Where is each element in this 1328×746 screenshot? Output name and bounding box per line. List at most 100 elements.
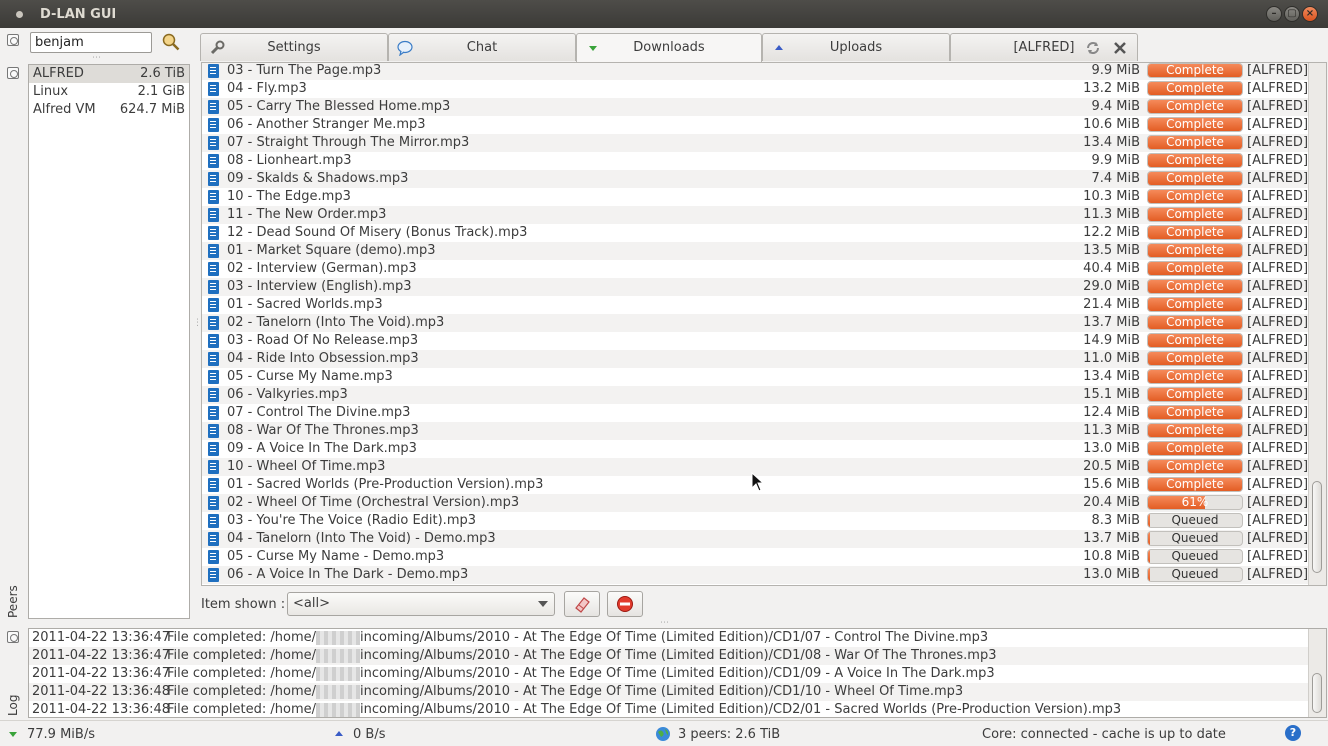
download-file-size: 13.2 MiB <box>1083 81 1140 96</box>
download-row[interactable]: 03 - Road Of No Release.mp3 14.9 MiB Compl… <box>202 332 1308 350</box>
remove-download-button[interactable] <box>607 591 643 617</box>
splitter-handle[interactable]: ⋯ <box>660 618 669 628</box>
download-row[interactable]: 03 - Interview (English).mp3 29.0 MiB Comp… <box>202 278 1308 296</box>
download-progress: Complete <box>1147 225 1243 240</box>
download-row[interactable]: 01 - Sacred Worlds.mp3 21.4 MiB Complete [A… <box>202 296 1308 314</box>
file-icon <box>208 370 219 384</box>
download-row[interactable]: 06 - Another Stranger Me.mp3 10.6 MiB Comp… <box>202 116 1308 134</box>
download-file-size: 9.9 MiB <box>1091 63 1140 78</box>
wrench-icon <box>210 40 225 55</box>
downloads-list: 03 - Turn The Page.mp3 9.9 MiB Complete [AL… <box>201 62 1327 586</box>
minimize-button[interactable]: – <box>1266 6 1282 22</box>
download-peer: [ALFRED] <box>1247 459 1309 474</box>
tab-label: [ALFRED] <box>1013 40 1075 55</box>
download-progress: Complete <box>1147 459 1243 474</box>
peer-name: Linux <box>33 84 69 99</box>
scrollbar-thumb[interactable] <box>1312 673 1322 713</box>
downloads-scrollbar[interactable] <box>1308 63 1326 585</box>
download-row[interactable]: 11 - The New Order.mp3 11.3 MiB Complete [A… <box>202 206 1308 224</box>
download-file-name: 10 - The Edge.mp3 <box>227 189 351 204</box>
download-row[interactable]: 09 - A Voice In The Dark.mp3 13.0 MiB Comp… <box>202 440 1308 458</box>
tab-browse-alfred[interactable]: [ALFRED] <box>950 33 1138 61</box>
download-row[interactable]: 07 - Straight Through The Mirror.mp3 13.4… <box>202 134 1308 152</box>
file-icon <box>208 532 219 546</box>
peer-item[interactable]: ALFRED 2.6 TiB <box>29 65 189 83</box>
log-time: 2011-04-22 13:36:48 <box>32 684 171 699</box>
download-progress: Complete <box>1147 441 1243 456</box>
item-shown-select[interactable]: <all> <box>287 592 555 616</box>
speech-bubble-icon <box>397 40 413 56</box>
file-icon <box>208 82 219 96</box>
download-row[interactable]: 04 - Fly.mp3 13.2 MiB Complete [ALFRED] <box>202 80 1308 98</box>
log-time: 2011-04-22 13:36:47 <box>32 630 171 645</box>
download-row[interactable]: 08 - War Of The Thrones.mp3 11.3 MiB Compl… <box>202 422 1308 440</box>
dock-float-icon[interactable] <box>7 67 19 79</box>
download-row[interactable]: 08 - Lionheart.mp3 9.9 MiB Complete [ALFRED… <box>202 152 1308 170</box>
download-peer: [ALFRED] <box>1247 135 1309 150</box>
download-row[interactable]: 12 - Dead Sound Of Misery (Bonus Track).… <box>202 224 1308 242</box>
file-icon <box>208 550 219 564</box>
downloads-rows: 03 - Turn The Page.mp3 9.9 MiB Complete [AL… <box>202 63 1309 584</box>
download-peer: [ALFRED] <box>1247 189 1309 204</box>
download-row[interactable]: 05 - Curse My Name - Demo.mp3 10.8 MiB Que… <box>202 548 1308 566</box>
close-button[interactable]: × <box>1302 6 1318 22</box>
download-progress: Queued <box>1147 531 1243 546</box>
dock-float-icon[interactable] <box>7 631 19 643</box>
download-file-size: 13.4 MiB <box>1083 135 1140 150</box>
tab-uploads[interactable]: Uploads <box>762 33 950 61</box>
file-icon <box>208 136 219 150</box>
download-row[interactable]: 04 - Ride Into Obsession.mp3 11.0 MiB Comp… <box>202 350 1308 368</box>
maximize-button[interactable]: ▢ <box>1284 6 1300 22</box>
download-row[interactable]: 03 - You're The Voice (Radio Edit).mp3 8.… <box>202 512 1308 530</box>
download-file-size: 29.0 MiB <box>1083 279 1140 294</box>
search-input[interactable] <box>30 32 152 53</box>
peer-item[interactable]: Linux 2.1 GiB <box>29 83 189 101</box>
download-status: Complete <box>1166 333 1224 347</box>
download-status: Queued <box>1171 513 1219 527</box>
download-row[interactable]: 05 - Curse My Name.mp3 13.4 MiB Complete [A… <box>202 368 1308 386</box>
download-progress: Complete <box>1147 207 1243 222</box>
app-menu-icon[interactable] <box>16 11 23 18</box>
download-row[interactable]: 10 - The Edge.mp3 10.3 MiB Complete [ALFRED… <box>202 188 1308 206</box>
tab-downloads[interactable]: Downloads <box>576 33 762 62</box>
download-peer: [ALFRED] <box>1247 351 1309 366</box>
log-rows: 2011-04-22 13:36:47File completed: /home… <box>29 629 1326 717</box>
peer-item[interactable]: Alfred VM 624.7 MiB <box>29 101 189 119</box>
scrollbar-thumb[interactable] <box>1312 481 1322 573</box>
download-row[interactable]: 03 - Turn The Page.mp3 9.9 MiB Complete [AL… <box>202 63 1308 80</box>
tab-settings[interactable]: Settings <box>200 33 388 61</box>
download-row[interactable]: 06 - A Voice In The Dark - Demo.mp3 13.0 … <box>202 566 1308 584</box>
clear-completed-button[interactable] <box>564 591 600 617</box>
log-scrollbar[interactable] <box>1308 629 1326 717</box>
search-icon[interactable] <box>162 33 180 51</box>
download-file-name: 02 - Interview (German).mp3 <box>227 261 417 276</box>
close-tab-icon[interactable] <box>1113 41 1127 55</box>
download-status: Complete <box>1166 405 1224 419</box>
download-row[interactable]: 02 - Interview (German).mp3 40.4 MiB Compl… <box>202 260 1308 278</box>
download-row[interactable]: 02 - Tanelorn (Into The Void).mp3 13.7 Mi… <box>202 314 1308 332</box>
dock-float-icon[interactable] <box>7 34 19 46</box>
refresh-icon[interactable] <box>1085 40 1101 56</box>
tab-chat[interactable]: Chat <box>388 33 576 61</box>
download-row[interactable]: 05 - Carry The Blessed Home.mp3 9.4 MiB Co… <box>202 98 1308 116</box>
download-progress: Complete <box>1147 315 1243 330</box>
peer-name: Alfred VM <box>33 102 96 117</box>
help-button[interactable]: ? <box>1285 725 1301 741</box>
download-file-name: 09 - A Voice In The Dark.mp3 <box>227 441 417 456</box>
download-row[interactable]: 02 - Wheel Of Time (Orchestral Version).… <box>202 494 1308 512</box>
download-row[interactable]: 04 - Tanelorn (Into The Void) - Demo.mp3… <box>202 530 1308 548</box>
download-row[interactable]: 07 - Control The Divine.mp3 12.4 MiB Compl… <box>202 404 1308 422</box>
download-status: Complete <box>1166 153 1224 167</box>
download-file-size: 13.7 MiB <box>1083 315 1140 330</box>
download-file-size: 10.6 MiB <box>1083 117 1140 132</box>
download-status: Complete <box>1166 135 1224 149</box>
download-row[interactable]: 09 - Skalds & Shadows.mp3 7.4 MiB Complete… <box>202 170 1308 188</box>
peer-sharing-size: 2.1 GiB <box>137 84 185 99</box>
download-row[interactable]: 01 - Market Square (demo).mp3 13.5 MiB Com… <box>202 242 1308 260</box>
download-file-size: 13.5 MiB <box>1083 243 1140 258</box>
download-file-name: 05 - Carry The Blessed Home.mp3 <box>227 99 451 114</box>
download-status: Complete <box>1166 279 1224 293</box>
splitter-handle[interactable]: ⋯ <box>92 53 101 63</box>
download-row[interactable]: 06 - Valkyries.mp3 15.1 MiB Complete [ALFRE… <box>202 386 1308 404</box>
download-status: Complete <box>1166 459 1224 473</box>
